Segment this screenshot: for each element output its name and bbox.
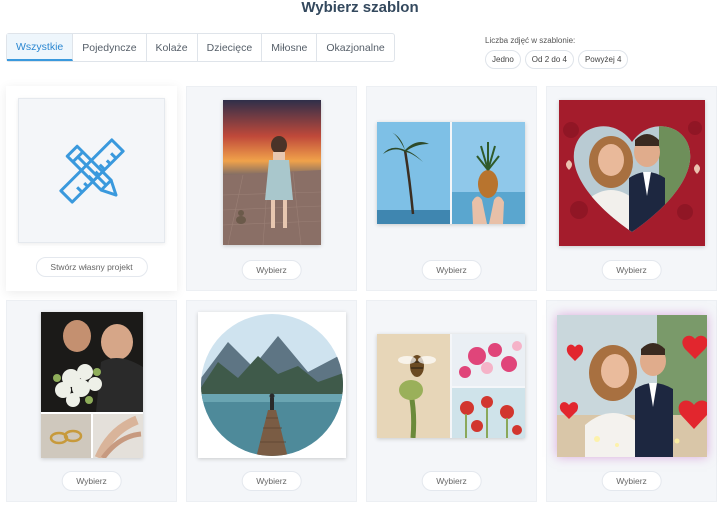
tab-kids[interactable]: Dziecięce xyxy=(198,34,263,61)
select-template-button[interactable]: Wybierz xyxy=(241,471,302,491)
photo-count-label: Liczba zdjęć w szablonie: xyxy=(485,36,576,45)
template-card[interactable]: Wybierz xyxy=(546,300,717,502)
template-thumbnail xyxy=(223,100,321,245)
filter-more-than-four-button[interactable]: Powyżej 4 xyxy=(577,50,629,69)
template-thumbnail xyxy=(377,122,525,224)
template-card[interactable]: Wybierz xyxy=(546,86,717,291)
couple-hearts-photo xyxy=(557,315,707,457)
tab-single[interactable]: Pojedyncze xyxy=(73,34,147,61)
template-thumbnail xyxy=(557,315,707,457)
template-card[interactable]: Wybierz xyxy=(366,86,537,291)
girl-sunset-photo xyxy=(223,100,321,245)
create-project-tile[interactable] xyxy=(18,98,165,243)
heart-couple-photo xyxy=(559,100,705,246)
template-card-create[interactable]: Stwórz własny projekt xyxy=(6,86,177,291)
category-tabs: Wszystkie Pojedyncze Kolaże Dziecięce Mi… xyxy=(6,33,395,62)
photo-count-filter: Jedno Od 2 do 4 Powyżej 4 xyxy=(485,50,629,69)
template-card[interactable]: Wybierz xyxy=(366,300,537,502)
bee-flowers-collage xyxy=(377,334,525,438)
template-thumbnail xyxy=(41,312,143,458)
template-thumbnail xyxy=(377,334,525,438)
select-template-button[interactable]: Wybierz xyxy=(421,471,482,491)
tab-love[interactable]: Miłosne xyxy=(262,34,318,61)
select-template-button[interactable]: Wybierz xyxy=(421,260,482,280)
create-own-project-button[interactable]: Stwórz własny projekt xyxy=(35,257,148,277)
select-template-button[interactable]: Wybierz xyxy=(601,471,662,491)
page-title: Wybierz szablon xyxy=(301,0,419,16)
select-template-button[interactable]: Wybierz xyxy=(241,260,302,280)
template-card[interactable]: Wybierz xyxy=(186,86,357,291)
template-thumbnail xyxy=(559,100,705,246)
mountain-lake-photo xyxy=(201,314,343,456)
select-template-button[interactable]: Wybierz xyxy=(601,260,662,280)
pencil-ruler-icon xyxy=(58,137,125,204)
filter-one-button[interactable]: Jedno xyxy=(485,50,521,69)
template-card[interactable]: Wybierz xyxy=(186,300,357,502)
tab-all[interactable]: Wszystkie xyxy=(7,34,74,61)
wedding-collage xyxy=(41,312,143,458)
select-template-button[interactable]: Wybierz xyxy=(61,471,122,491)
template-thumbnail xyxy=(198,312,346,458)
template-grid: Stwórz własny projekt Wybierz Wybierz Wy… xyxy=(6,86,717,502)
palm-pineapple-collage xyxy=(377,122,525,224)
template-card[interactable]: Wybierz xyxy=(6,300,177,502)
tab-occasional[interactable]: Okazjonalne xyxy=(317,34,393,61)
tab-collages[interactable]: Kolaże xyxy=(147,34,198,61)
filter-two-to-four-button[interactable]: Od 2 do 4 xyxy=(524,50,574,69)
